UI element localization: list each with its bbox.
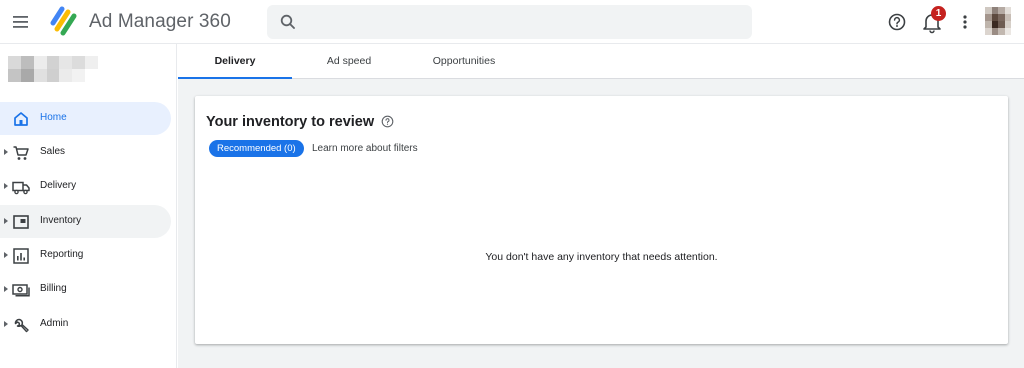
sidebar-item-inventory[interactable]: Inventory [0,205,171,238]
sidebar-item-home[interactable]: Home [0,102,171,135]
sidebar-item-label: Sales [40,146,66,157]
tab-opportunities[interactable]: Opportunities [414,44,514,79]
expand-caret-icon[interactable] [4,321,8,327]
money-icon [12,281,30,299]
sidebar-item-label: Billing [40,283,67,294]
left-navigation: Home Sales Delivery Inventory Reporting [0,44,177,368]
wrench-icon [12,316,30,334]
sidebar-item-billing[interactable]: Billing [0,273,171,306]
help-icon[interactable] [886,11,908,33]
ad-manager-logo-icon[interactable] [48,6,78,36]
expand-caret-icon[interactable] [4,252,8,258]
home-icon [12,110,30,128]
top-app-bar: Ad Manager 360 1 [0,0,1024,44]
help-icon[interactable] [381,115,394,128]
search-icon[interactable] [279,13,297,31]
expand-caret-icon[interactable] [4,183,8,189]
main-content: Delivery Ad speed Opportunities Your inv… [178,44,1024,368]
sidebar-item-label: Admin [40,318,69,329]
expand-caret-icon[interactable] [4,286,8,292]
sidebar-item-label: Delivery [40,180,77,191]
cart-icon [12,144,30,162]
inventory-icon [12,213,30,231]
expand-caret-icon[interactable] [4,218,8,224]
sidebar-item-admin[interactable]: Admin [0,308,171,341]
inventory-review-card: Your inventory to review Recommended (0)… [195,96,1008,344]
empty-state-message: You don't have any inventory that needs … [485,251,718,263]
tab-bar: Delivery Ad speed Opportunities [178,44,1024,79]
network-name-redacted [8,56,98,82]
main-menu-icon[interactable] [10,11,32,33]
more-options-icon[interactable] [957,11,973,33]
sidebar-item-reporting[interactable]: Reporting [0,239,171,272]
search-input[interactable] [311,5,741,39]
sidebar-item-delivery[interactable]: Delivery [0,170,171,203]
sidebar-item-label: Home [40,112,67,123]
sidebar-item-label: Inventory [40,215,82,226]
tab-delivery[interactable]: Delivery [178,44,292,79]
bar-chart-icon [12,247,30,265]
learn-more-filters-link[interactable]: Learn more about filters [312,143,418,154]
truck-icon [12,178,30,196]
card-title: Your inventory to review [206,114,375,130]
search-bar[interactable] [267,5,752,39]
sidebar-item-label: Reporting [40,249,84,260]
recommended-filter-chip[interactable]: Recommended (0) [209,140,304,157]
tab-ad-speed[interactable]: Ad speed [302,44,396,79]
app-title: Ad Manager 360 [89,11,231,32]
notification-count-badge[interactable]: 1 [931,6,946,21]
expand-caret-icon[interactable] [4,149,8,155]
account-avatar[interactable] [985,7,1011,35]
sidebar-item-sales[interactable]: Sales [0,136,171,169]
